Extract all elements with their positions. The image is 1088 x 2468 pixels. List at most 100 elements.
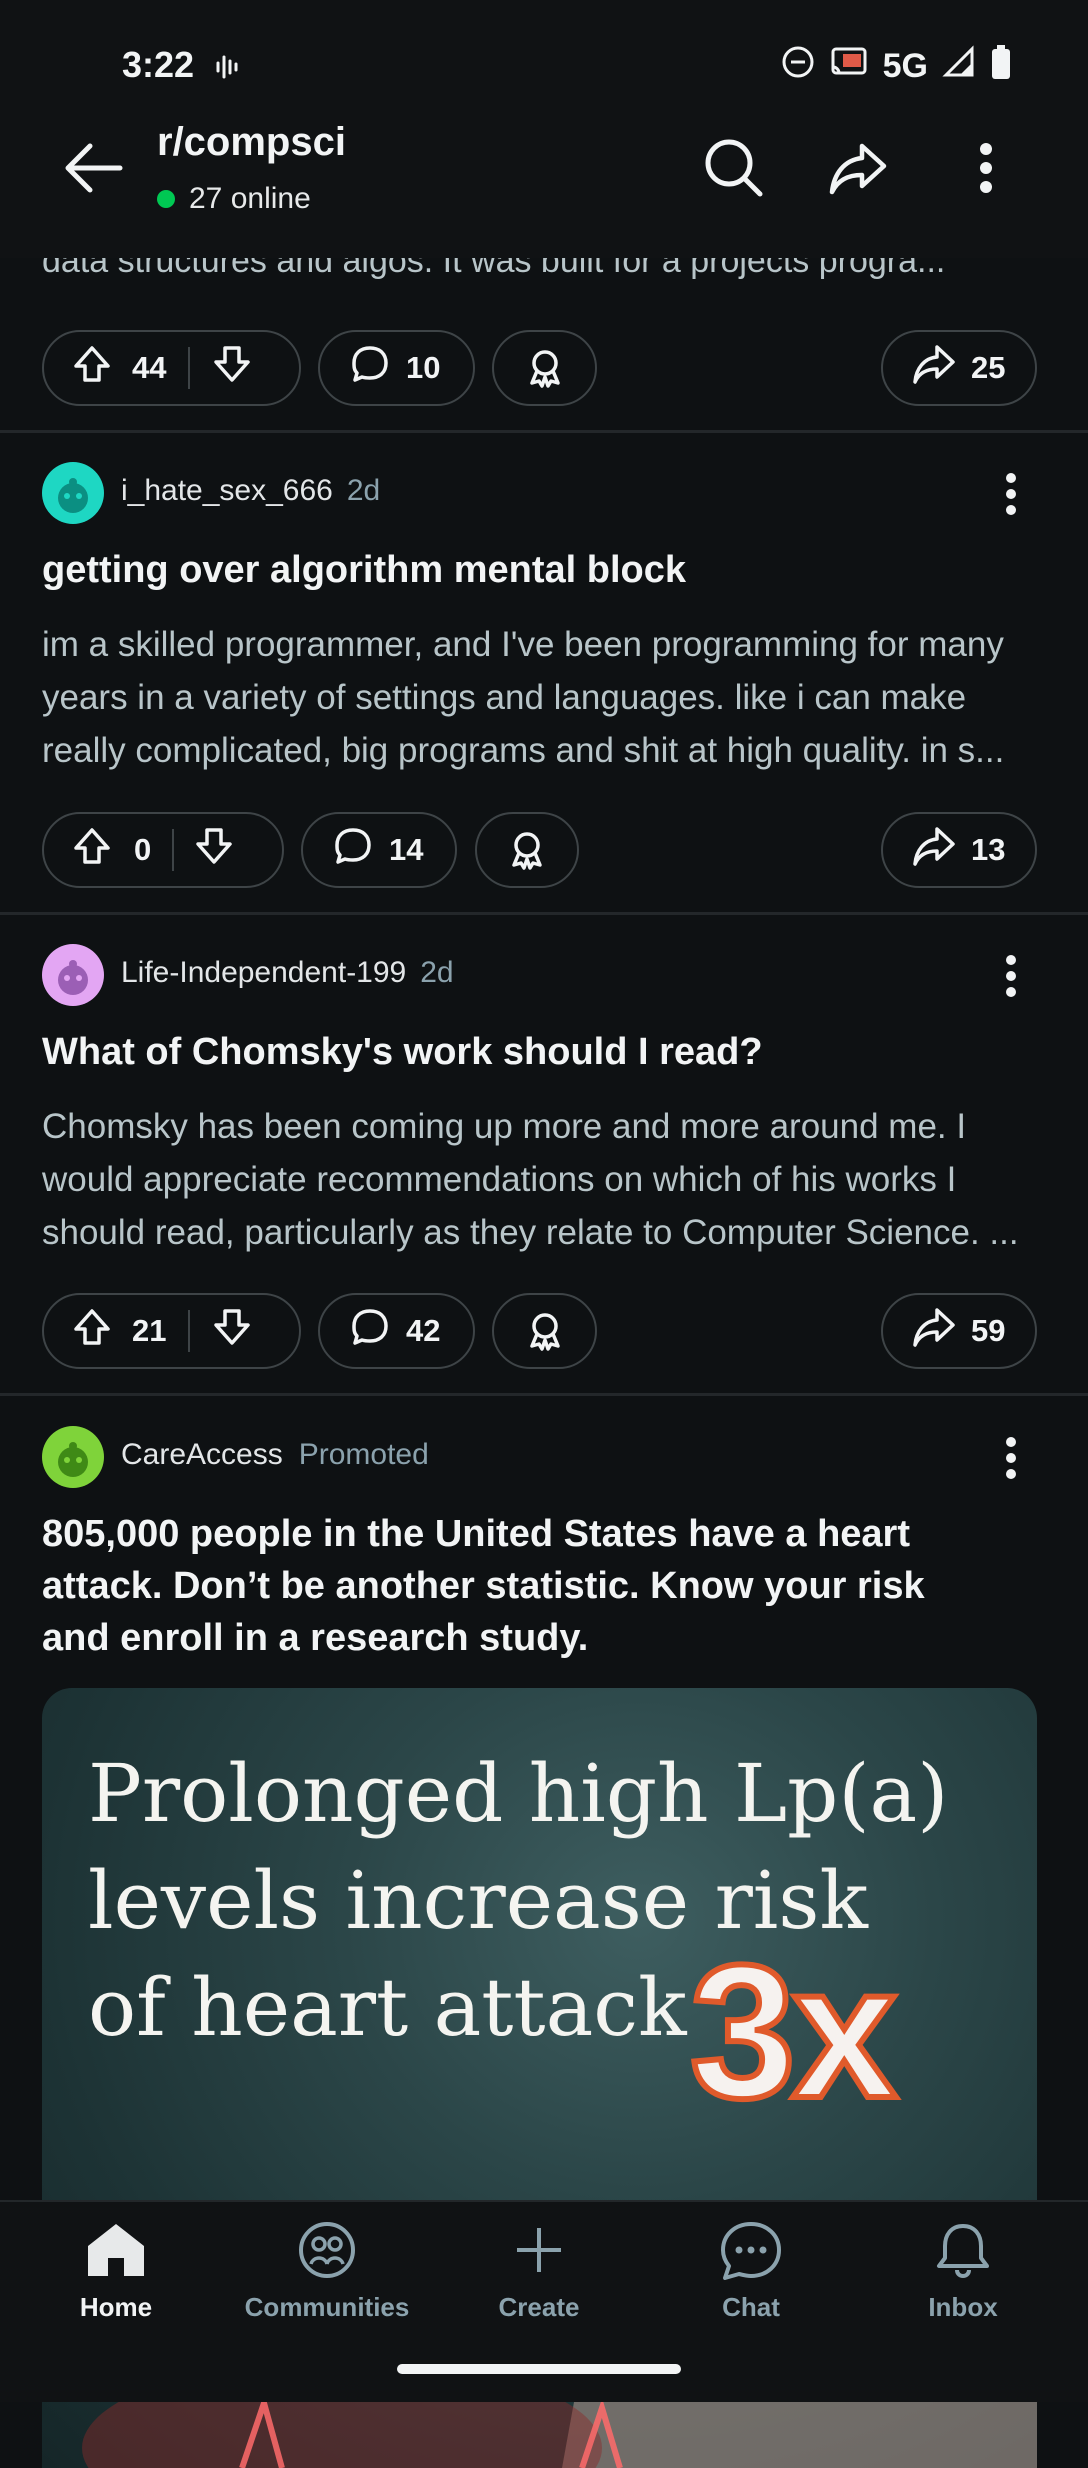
network-label: 5G xyxy=(882,47,928,85)
post-meta: CareAccess Promoted xyxy=(121,1438,429,1472)
online-count: 27 online xyxy=(157,182,311,216)
comment-icon xyxy=(350,1307,390,1355)
dnd-icon xyxy=(781,45,815,88)
post-title[interactable]: What of Chomsky's work should I read? xyxy=(42,1026,1042,1078)
post-title[interactable]: getting over algorithm mental block xyxy=(42,544,1042,596)
share-count: 25 xyxy=(971,350,1006,385)
more-vertical-icon xyxy=(980,143,992,193)
avatar[interactable] xyxy=(42,944,104,1006)
nav-home[interactable]: Home xyxy=(16,2220,216,2323)
post-body-line: years in a variety of settings and langu… xyxy=(42,678,967,717)
ad-title[interactable]: 805,000 people in the United States have… xyxy=(42,1508,1042,1664)
more-vertical-icon xyxy=(1006,1437,1016,1479)
post-author[interactable]: CareAccess xyxy=(121,1438,283,1472)
share-button[interactable] xyxy=(822,132,894,204)
post-age: 2d xyxy=(420,956,454,989)
avatar[interactable] xyxy=(42,1426,104,1488)
ad-title-line: and enroll in a research study. xyxy=(42,1617,589,1659)
snoo-avatar-icon xyxy=(58,960,88,995)
downvote-button[interactable] xyxy=(194,826,234,874)
upvote-button[interactable] xyxy=(72,344,112,392)
share-count: 59 xyxy=(971,1313,1006,1348)
post-author[interactable]: i_hate_sex_666 xyxy=(121,474,333,508)
award-button[interactable] xyxy=(475,812,579,888)
downvote-button[interactable] xyxy=(212,344,252,392)
upvote-icon xyxy=(74,828,110,864)
vote-group: 44 xyxy=(42,330,301,406)
comment-icon xyxy=(350,344,390,392)
share-count: 13 xyxy=(971,832,1006,867)
post-meta: i_hate_sex_666 2d xyxy=(121,474,380,508)
award-icon xyxy=(529,1313,560,1351)
nav-chat[interactable]: Chat xyxy=(651,2220,851,2323)
nav-label: Inbox xyxy=(928,2292,998,2322)
share-icon xyxy=(911,1306,957,1356)
share-icon xyxy=(911,343,957,393)
post-body-line: im a skilled programmer, and I've been p… xyxy=(42,625,1004,664)
post-author[interactable]: Life-Independent-199 xyxy=(121,956,406,990)
avatar[interactable] xyxy=(42,462,104,524)
upvote-count: 0 xyxy=(134,832,152,867)
upvote-button[interactable] xyxy=(72,826,112,874)
share-icon xyxy=(911,825,957,875)
post-meta: Life-Independent-199 2d xyxy=(121,956,454,990)
ad-title-line: 805,000 people in the United States have… xyxy=(42,1513,910,1555)
nav-label: Home xyxy=(79,2292,153,2322)
status-time: 3:22 xyxy=(122,44,195,85)
nav-communities[interactable]: Communities xyxy=(227,2220,427,2323)
snoo-avatar-icon xyxy=(58,1442,88,1477)
nav-inbox[interactable]: Inbox xyxy=(863,2220,1063,2323)
post-body[interactable]: im a skilled programmer, and I've been p… xyxy=(42,618,1042,777)
comments-button[interactable]: 14 xyxy=(301,812,457,888)
post-body-line: should read, particularly as they relate… xyxy=(42,1213,1019,1252)
post-overflow-button[interactable] xyxy=(998,470,1024,518)
nav-label: Chat xyxy=(722,2292,780,2322)
upvote-button[interactable] xyxy=(72,1307,112,1355)
comments-button[interactable]: 10 xyxy=(318,330,475,406)
downvote-icon xyxy=(214,346,250,382)
comment-count: 42 xyxy=(406,1313,441,1348)
award-icon xyxy=(512,832,542,870)
award-button[interactable] xyxy=(492,1293,597,1369)
subreddit-title[interactable]: r/compsci xyxy=(157,120,346,165)
nav-create[interactable]: Create xyxy=(439,2220,639,2323)
share-post-button[interactable]: 59 xyxy=(881,1293,1037,1369)
comments-button[interactable]: 42 xyxy=(318,1293,475,1369)
top-bar: 3:22 5G r/compsci 27 online xyxy=(0,0,1088,258)
bell-icon xyxy=(937,2224,989,2279)
downvote-icon xyxy=(196,828,232,864)
sound-wave-icon xyxy=(214,52,244,87)
downvote-button[interactable] xyxy=(212,1307,252,1355)
share-icon xyxy=(829,143,887,195)
comment-count: 14 xyxy=(389,832,424,867)
home-icon xyxy=(88,2224,144,2276)
upvote-icon xyxy=(74,346,110,382)
post-overflow-button[interactable] xyxy=(998,952,1024,1000)
upvote-count: 44 xyxy=(132,350,167,385)
home-indicator[interactable] xyxy=(397,2364,681,2374)
downvote-icon xyxy=(214,1309,250,1345)
promoted-label: Promoted xyxy=(298,1438,429,1471)
snoo-avatar-icon xyxy=(58,478,88,513)
upvote-count: 21 xyxy=(132,1313,167,1348)
nav-label: Create xyxy=(498,2292,580,2322)
overflow-menu-button[interactable] xyxy=(968,132,1004,204)
post-age: 2d xyxy=(346,474,381,507)
online-dot xyxy=(157,190,175,208)
search-button[interactable] xyxy=(698,132,770,204)
search-icon xyxy=(705,139,763,197)
post-body-line: would appreciate recommendations on whic… xyxy=(42,1160,957,1199)
vote-group: 21 xyxy=(42,1293,301,1369)
share-post-button[interactable]: 25 xyxy=(881,330,1037,406)
post-overflow-button[interactable] xyxy=(998,1434,1024,1482)
divider xyxy=(0,912,1088,915)
cast-icon xyxy=(829,45,869,88)
award-button[interactable] xyxy=(492,330,597,406)
communities-icon xyxy=(299,2222,355,2278)
online-count-label: 27 online xyxy=(189,182,311,215)
back-arrow-icon xyxy=(65,143,123,193)
post-body[interactable]: Chomsky has been coming up more and more… xyxy=(42,1100,1042,1259)
share-post-button[interactable]: 13 xyxy=(881,812,1037,888)
back-button[interactable] xyxy=(58,133,128,203)
award-icon xyxy=(529,350,560,388)
